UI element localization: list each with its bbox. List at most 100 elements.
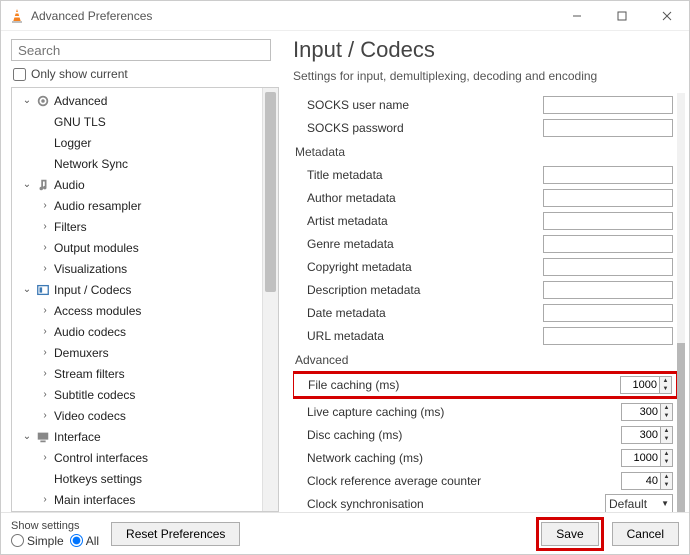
radio-all[interactable]: All	[70, 534, 99, 548]
label-clock-sync: Clock synchronisation	[293, 497, 493, 511]
tree-node-main-interfaces[interactable]: ›Main interfaces	[12, 489, 262, 510]
tree-scrollbar[interactable]	[262, 88, 278, 511]
titlebar: Advanced Preferences	[1, 1, 689, 31]
section-metadata: Metadata	[293, 139, 677, 163]
tree-node-audio-filters[interactable]: ›Filters	[12, 216, 262, 237]
maximize-button[interactable]	[599, 1, 644, 31]
tree-node-hotkeys-settings[interactable]: Hotkeys settings	[12, 468, 262, 489]
tree-node-audio[interactable]: ⌄Audio	[12, 174, 262, 195]
interface-icon	[34, 430, 52, 444]
settings-scrollbar[interactable]	[677, 93, 685, 512]
minimize-button[interactable]	[554, 1, 599, 31]
tree-scroll-thumb[interactable]	[265, 92, 276, 292]
chevron-down-icon[interactable]: ⌄	[20, 95, 34, 106]
tree-node-subtitle-codecs[interactable]: ›Subtitle codecs	[12, 384, 262, 405]
author-meta-input[interactable]	[543, 189, 673, 207]
tree-node-gnu-tls[interactable]: GNU TLS	[12, 111, 262, 132]
tree-node-interface[interactable]: ⌄Interface	[12, 426, 262, 447]
label-description-meta: Description metadata	[293, 283, 493, 297]
label-network-caching: Network caching (ms)	[293, 451, 493, 465]
label-author-meta: Author metadata	[293, 191, 493, 205]
file-caching-spinner[interactable]: ▲▼	[620, 376, 672, 394]
chevron-down-icon[interactable]: ⌄	[20, 179, 34, 190]
tree-node-network-sync[interactable]: Network Sync	[12, 153, 262, 174]
copyright-meta-input[interactable]	[543, 258, 673, 276]
label-live-caching: Live capture caching (ms)	[293, 405, 493, 419]
reset-preferences-button[interactable]: Reset Preferences	[111, 522, 240, 546]
chevron-right-icon[interactable]: ›	[38, 242, 52, 253]
file-caching-highlight: File caching (ms) ▲▼	[293, 371, 677, 399]
tree-node-demuxers[interactable]: ›Demuxers	[12, 342, 262, 363]
clock-sync-select[interactable]: Default▼	[605, 494, 673, 512]
label-file-caching: File caching (ms)	[294, 378, 494, 392]
label-artist-meta: Artist metadata	[293, 214, 493, 228]
save-button-highlight: Save	[536, 517, 603, 551]
network-caching-spinner[interactable]: ▲▼	[621, 449, 673, 467]
tree-node-output-modules[interactable]: ›Output modules	[12, 237, 262, 258]
only-show-current-checkbox[interactable]: Only show current	[13, 67, 279, 81]
save-button[interactable]: Save	[541, 522, 598, 546]
left-panel: Only show current ⌄Advanced GNU TLS Logg…	[1, 31, 279, 512]
chevron-right-icon[interactable]: ›	[38, 368, 52, 379]
artist-meta-input[interactable]	[543, 212, 673, 230]
label-socks-pass: SOCKS password	[293, 121, 493, 135]
title-meta-input[interactable]	[543, 166, 673, 184]
label-genre-meta: Genre metadata	[293, 237, 493, 251]
tree-node-input-codecs[interactable]: ⌄Input / Codecs	[12, 279, 262, 300]
show-settings-label: Show settings	[11, 520, 99, 532]
tree-node-access-modules[interactable]: ›Access modules	[12, 300, 262, 321]
genre-meta-input[interactable]	[543, 235, 673, 253]
settings-scroll-thumb[interactable]	[677, 343, 685, 512]
spin-down-icon[interactable]: ▼	[660, 385, 671, 393]
clock-ref-spinner[interactable]: ▲▼	[621, 472, 673, 490]
radio-simple[interactable]: Simple	[11, 534, 64, 548]
search-input[interactable]	[11, 39, 271, 61]
preferences-tree[interactable]: ⌄Advanced GNU TLS Logger Network Sync ⌄A…	[12, 88, 262, 511]
chevron-right-icon[interactable]: ›	[38, 347, 52, 358]
disc-caching-spinner[interactable]: ▲▼	[621, 426, 673, 444]
chevron-down-icon: ▼	[661, 499, 669, 508]
url-meta-input[interactable]	[543, 327, 673, 345]
chevron-down-icon[interactable]: ⌄	[20, 284, 34, 295]
label-copyright-meta: Copyright metadata	[293, 260, 493, 274]
window-title: Advanced Preferences	[31, 9, 554, 23]
tree-node-video-codecs[interactable]: ›Video codecs	[12, 405, 262, 426]
music-note-icon	[34, 178, 52, 192]
chevron-right-icon[interactable]: ›	[38, 263, 52, 274]
label-socks-user: SOCKS user name	[293, 98, 493, 112]
vlc-cone-icon	[9, 8, 25, 24]
tree-node-audio-codecs[interactable]: ›Audio codecs	[12, 321, 262, 342]
socks-pass-input[interactable]	[543, 119, 673, 137]
label-url-meta: URL metadata	[293, 329, 493, 343]
socks-user-input[interactable]	[543, 96, 673, 114]
chevron-right-icon[interactable]: ›	[38, 452, 52, 463]
chevron-right-icon[interactable]: ›	[38, 326, 52, 337]
cancel-button[interactable]: Cancel	[612, 522, 679, 546]
page-subtitle: Settings for input, demultiplexing, deco…	[293, 69, 685, 83]
tree-node-advanced[interactable]: ⌄Advanced	[12, 90, 262, 111]
label-date-meta: Date metadata	[293, 306, 493, 320]
chevron-right-icon[interactable]: ›	[38, 200, 52, 211]
chevron-right-icon[interactable]: ›	[38, 410, 52, 421]
codec-icon	[34, 283, 52, 297]
page-title: Input / Codecs	[293, 37, 685, 63]
footer: Show settings Simple All Reset Preferenc…	[1, 512, 689, 554]
gear-icon	[34, 94, 52, 108]
spin-up-icon[interactable]: ▲	[660, 377, 671, 385]
tree-node-audio-resampler[interactable]: ›Audio resampler	[12, 195, 262, 216]
description-meta-input[interactable]	[543, 281, 673, 299]
date-meta-input[interactable]	[543, 304, 673, 322]
label-disc-caching: Disc caching (ms)	[293, 428, 493, 442]
tree-node-logger[interactable]: Logger	[12, 132, 262, 153]
tree-node-stream-filters[interactable]: ›Stream filters	[12, 363, 262, 384]
chevron-right-icon[interactable]: ›	[38, 389, 52, 400]
chevron-right-icon[interactable]: ›	[38, 221, 52, 232]
tree-node-control-interfaces[interactable]: ›Control interfaces	[12, 447, 262, 468]
live-caching-spinner[interactable]: ▲▼	[621, 403, 673, 421]
label-clock-ref: Clock reference average counter	[293, 474, 493, 488]
chevron-down-icon[interactable]: ⌄	[20, 431, 34, 442]
tree-node-visualizations[interactable]: ›Visualizations	[12, 258, 262, 279]
chevron-right-icon[interactable]: ›	[38, 305, 52, 316]
chevron-right-icon[interactable]: ›	[38, 494, 52, 505]
close-button[interactable]	[644, 1, 689, 31]
